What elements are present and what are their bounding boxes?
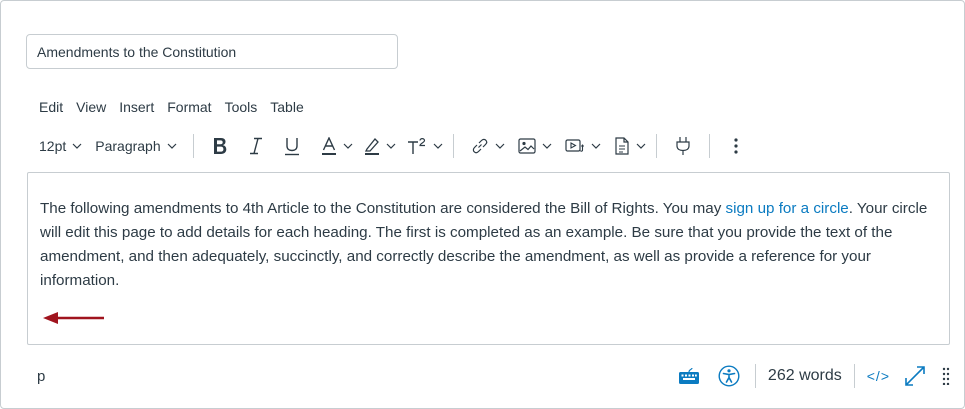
more-icon <box>734 138 738 154</box>
underline-button[interactable] <box>284 137 300 156</box>
text-color-icon <box>321 136 336 155</box>
chevron-down-icon <box>386 143 396 149</box>
expand-icon <box>905 366 925 386</box>
document-icon <box>615 137 629 155</box>
editor-statusbar: p 262 words </> <box>27 356 950 396</box>
menu-table[interactable]: Table <box>270 99 303 115</box>
left-arrow-icon <box>43 312 104 324</box>
apps-plugin-button[interactable] <box>675 136 691 156</box>
statusbar-right: 262 words </> <box>678 356 950 396</box>
drag-handle-icon <box>942 367 950 385</box>
page-title-input[interactable] <box>26 34 398 69</box>
statusbar-divider <box>754 364 756 388</box>
toolbar-divider <box>655 134 657 158</box>
accessibility-icon <box>718 365 740 387</box>
italic-icon <box>249 137 262 155</box>
editor-paragraph-text: The following amendments to 4th Article … <box>40 200 726 217</box>
keyboard-icon <box>678 367 699 384</box>
highlight-button[interactable] <box>364 137 397 156</box>
chevron-down-icon <box>542 143 552 149</box>
accessibility-checker-button[interactable] <box>718 365 740 387</box>
sign-up-link[interactable]: sign up for a circle <box>726 200 849 217</box>
media-icon <box>565 139 584 152</box>
font-size-label: 12pt <box>39 138 67 154</box>
superscript-icon <box>407 138 425 154</box>
document-button[interactable] <box>614 137 647 155</box>
menu-view[interactable]: View <box>76 99 106 115</box>
menu-insert[interactable]: Insert <box>119 99 154 115</box>
chevron-down-icon <box>72 143 82 149</box>
more-options-button[interactable] <box>734 138 738 154</box>
resize-handle[interactable] <box>942 367 950 385</box>
plugin-icon <box>676 137 690 155</box>
chevron-down-icon <box>495 143 505 149</box>
link-icon <box>472 138 487 154</box>
toolbar-divider <box>452 134 454 158</box>
editor-menubar: Edit View Insert Format Tools Table <box>39 99 317 115</box>
superscript-button[interactable] <box>407 137 444 155</box>
block-format-select[interactable]: Paragraph <box>95 138 177 154</box>
keyboard-shortcuts-button[interactable] <box>678 367 700 385</box>
italic-button[interactable] <box>249 137 263 155</box>
highlight-icon <box>364 137 379 155</box>
toolbar-divider <box>192 134 194 158</box>
menu-edit[interactable]: Edit <box>39 99 63 115</box>
image-icon <box>518 138 536 154</box>
image-button[interactable] <box>518 138 553 154</box>
link-button[interactable] <box>471 137 506 155</box>
chevron-down-icon <box>433 143 443 149</box>
bold-button[interactable] <box>212 137 228 155</box>
menu-format[interactable]: Format <box>167 99 211 115</box>
html-editor-toggle[interactable]: </> <box>867 368 890 384</box>
toolbar-divider <box>708 134 710 158</box>
chevron-down-icon <box>591 143 601 149</box>
underline-icon <box>284 137 299 155</box>
chevron-down-icon <box>343 143 353 149</box>
statusbar-divider <box>853 364 855 388</box>
media-button[interactable] <box>565 138 602 154</box>
chevron-down-icon <box>636 143 646 149</box>
chevron-down-icon <box>167 143 177 149</box>
fullscreen-button[interactable] <box>904 365 926 387</box>
font-size-select[interactable]: 12pt <box>39 138 83 154</box>
editor-toolbar: 12pt Paragraph <box>33 132 738 160</box>
menu-tools[interactable]: Tools <box>225 99 258 115</box>
element-path[interactable]: p <box>37 368 45 385</box>
text-color-button[interactable] <box>321 136 354 156</box>
bold-icon <box>213 138 226 154</box>
rich-text-editor-area[interactable]: The following amendments to 4th Article … <box>27 172 950 345</box>
block-format-label: Paragraph <box>95 138 161 154</box>
word-count: 262 words <box>767 367 842 384</box>
